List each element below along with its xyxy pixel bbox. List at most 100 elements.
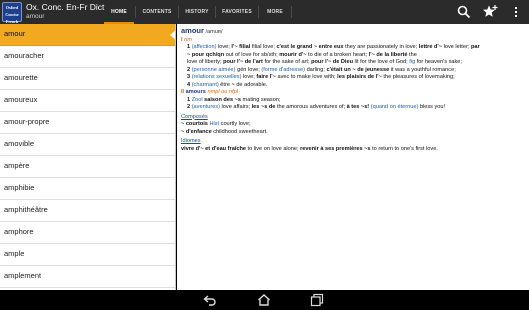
sense-text: love; bbox=[241, 74, 257, 80]
sense-label[interactable]: (charmant) bbox=[192, 82, 219, 88]
phrase: saison des ~s bbox=[204, 96, 241, 103]
sense-ii-2: 2 (aventures) love affairs; les ~s de th… bbox=[181, 104, 525, 112]
sense-label[interactable]: (quand on éternue) bbox=[371, 104, 419, 110]
sense-text: out of love for sb/sth; bbox=[224, 51, 280, 58]
tab-more[interactable]: MORE bbox=[259, 0, 291, 24]
phrase: les plaisirs de l'~ bbox=[337, 74, 382, 80]
phrase: c'était un ~ de jeunesse bbox=[326, 66, 390, 73]
list-item[interactable]: amovible bbox=[0, 134, 175, 156]
sense-1-cont: ~ pour qch/qn out of love for sb/sth; mo… bbox=[181, 52, 525, 60]
phrase: vivre d'~ et d'eau fraîche bbox=[181, 145, 246, 152]
sense-text: filial love; bbox=[250, 44, 277, 50]
list-item[interactable]: ample bbox=[0, 244, 175, 266]
sense-text: for heaven's sake; bbox=[415, 59, 462, 65]
sense-text: to die of a broken heart; bbox=[306, 51, 369, 58]
phrase: lettre d'~ bbox=[418, 44, 443, 50]
sense-text: gén love; bbox=[235, 66, 262, 73]
roman-numeral: II bbox=[181, 89, 185, 95]
sense-number: 4 bbox=[187, 81, 191, 88]
pronunciation: /amuʀ/ bbox=[205, 29, 223, 35]
phrase: ~ d'enfance bbox=[181, 128, 212, 135]
phrase: ~ courtois bbox=[181, 121, 208, 127]
list-item-label: amovible bbox=[4, 139, 35, 148]
sense-label[interactable]: (aventures) bbox=[192, 104, 220, 110]
home-icon[interactable] bbox=[257, 293, 271, 307]
overflow-menu-icon[interactable] bbox=[508, 4, 524, 20]
list-item[interactable]: amplement bbox=[0, 266, 175, 288]
sense-1-cont: love of liberty; pour l'~ de l'art for t… bbox=[181, 59, 525, 67]
phrase: pour l'~ de Dieu bbox=[311, 59, 353, 65]
part-of-speech: nmpl ou nfpl bbox=[207, 89, 238, 95]
star-plus-icon[interactable] bbox=[482, 4, 498, 20]
sense-label[interactable]: (forme d'adresse) bbox=[261, 67, 305, 73]
system-nav-bar bbox=[0, 290, 529, 310]
sense-text: darling; bbox=[305, 66, 327, 73]
sub-headword: amours bbox=[185, 89, 206, 95]
phrase: par bbox=[470, 44, 480, 50]
list-item[interactable]: amphithéâtre bbox=[0, 200, 175, 222]
sense-number: 2 bbox=[187, 66, 191, 73]
list-item[interactable]: amour bbox=[0, 24, 175, 46]
tab-favorites[interactable]: FAVORITES bbox=[216, 0, 258, 24]
sense-label[interactable]: (affection) bbox=[192, 44, 217, 50]
tab-home[interactable]: HOME bbox=[104, 0, 134, 24]
list-item[interactable]: amour-propre bbox=[0, 112, 175, 134]
sense-text: lit for the love of God; bbox=[352, 59, 410, 65]
sense-number: 3 bbox=[187, 74, 191, 80]
list-item[interactable]: amouracher bbox=[0, 46, 175, 68]
sense-text: for the sake of art; bbox=[262, 59, 312, 65]
search-icon[interactable] bbox=[456, 4, 472, 20]
list-item[interactable]: ampère bbox=[0, 156, 175, 178]
roman-numeral: I bbox=[181, 36, 183, 43]
sense-text: love letter; bbox=[442, 44, 471, 50]
sense-label[interactable]: (relations sexuelles) bbox=[192, 74, 242, 80]
sense-text: courtly love; bbox=[219, 121, 251, 127]
sense-text: the bbox=[407, 51, 417, 58]
idiomes-heading[interactable]: Idiomes bbox=[181, 138, 525, 146]
sense-label[interactable]: (personne aimée) bbox=[192, 67, 236, 73]
sense-number: 2 bbox=[187, 104, 191, 110]
sense-text: de adorable. bbox=[234, 81, 268, 88]
back-icon[interactable] bbox=[203, 293, 217, 307]
entry-view[interactable]: amour /amuʀ/ I nm 1 (affection) love; l'… bbox=[177, 24, 529, 290]
phrase: les ~s de bbox=[251, 104, 276, 110]
sense-1: 1 (affection) love; l'~ filial filial lo… bbox=[181, 44, 525, 52]
list-item[interactable]: amoureux bbox=[0, 90, 175, 112]
sense-2: 2 (personne aimée) gén love; (forme d'ad… bbox=[181, 67, 525, 75]
phrase: à tes ~s! bbox=[346, 104, 370, 110]
idiom-1: vivre d'~ et d'eau fraîche to live on lo… bbox=[181, 146, 525, 154]
sense-3: 3 (relations sexuelles) love; faire l'~ … bbox=[181, 74, 525, 82]
entry-part-1: I nm bbox=[181, 37, 525, 45]
list-item[interactable]: amphore bbox=[0, 222, 175, 244]
list-item-label: amouracher bbox=[4, 51, 45, 60]
domain-label[interactable]: Hist bbox=[209, 121, 219, 127]
list-item-label: amplement bbox=[4, 271, 42, 280]
sense-text: avec to make love with; bbox=[275, 74, 338, 80]
phrase: revenir à ses premières ~s bbox=[300, 145, 371, 152]
phrase: pour l'~ de l'art bbox=[223, 59, 263, 65]
sense-text: bless you! bbox=[418, 104, 446, 110]
headword: amour bbox=[181, 27, 204, 35]
list-item[interactable]: amphibie bbox=[0, 178, 175, 200]
sense-text: they are passionately in love; bbox=[343, 44, 419, 50]
list-item-label: ample bbox=[4, 249, 25, 258]
composes-heading[interactable]: Composés bbox=[181, 114, 525, 122]
list-item[interactable]: amourette bbox=[0, 68, 175, 90]
phrase: l'~ filial bbox=[231, 44, 251, 50]
word-list[interactable]: amour amouracher amourette amoureux amou… bbox=[0, 24, 176, 290]
tab-contents[interactable]: CONTENTS bbox=[136, 0, 178, 24]
sense-text: the amorous adventures of; bbox=[275, 104, 347, 110]
app-logo-icon[interactable]: Oxford Concise French bbox=[2, 2, 22, 24]
sense-text: mating season; bbox=[241, 96, 281, 103]
phrase: faire l'~ bbox=[256, 74, 276, 80]
domain-label[interactable]: Zool bbox=[192, 97, 203, 103]
list-item-label: amphibie bbox=[4, 183, 35, 192]
sense-text: to live on love alone; bbox=[246, 145, 301, 152]
sense-number: 1 bbox=[187, 44, 191, 50]
sense-text: the pleasures of lovemaking; bbox=[381, 74, 455, 80]
list-item-label: amoureux bbox=[4, 95, 38, 104]
tab-history[interactable]: HISTORY bbox=[179, 0, 215, 24]
recent-apps-icon[interactable] bbox=[310, 293, 324, 307]
sense-text: love affairs; bbox=[219, 104, 252, 110]
tab-divider bbox=[291, 6, 292, 18]
